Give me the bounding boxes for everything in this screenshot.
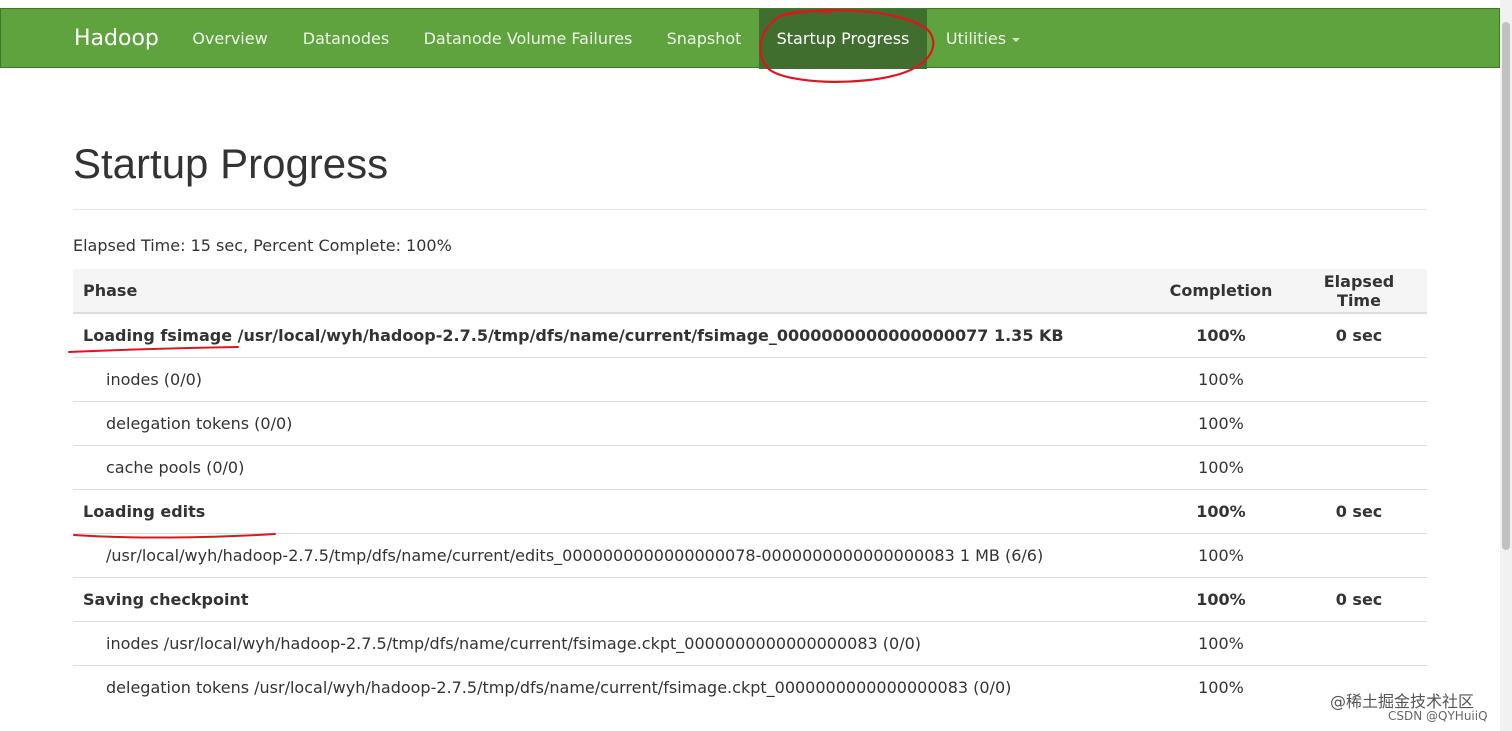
step-cell: delegation tokens (0/0) <box>73 401 1151 446</box>
step-cell: inodes /usr/local/wyh/hadoop-2.7.5/tmp/d… <box>73 621 1151 666</box>
completion-cell: 100% <box>1151 489 1291 534</box>
nav-utilities-dropdown[interactable]: Utilities <box>943 9 1023 69</box>
nav-datanodes[interactable]: Datanodes <box>301 9 391 69</box>
completion-cell: 100% <box>1151 445 1291 490</box>
elapsed-cell: 0 sec <box>1291 489 1427 534</box>
completion-cell: 100% <box>1151 357 1291 402</box>
table-header-row: Phase Completion Elapsed Time <box>73 269 1427 314</box>
elapsed-summary: Elapsed Time: 15 sec, Percent Complete: … <box>73 236 452 255</box>
page-title: Startup Progress <box>73 140 389 187</box>
watermark-csdn: CSDN @QYHuiiQ <box>1388 709 1488 723</box>
completion-cell: 100% <box>1151 533 1291 578</box>
elapsed-cell: 0 sec <box>1291 577 1427 622</box>
nav-overview[interactable]: Overview <box>191 9 269 69</box>
elapsed-cell <box>1291 357 1427 402</box>
elapsed-cell <box>1291 401 1427 446</box>
table-row: inodes (0/0) 100% <box>73 357 1427 402</box>
elapsed-cell <box>1291 621 1427 666</box>
brand-logo[interactable]: Hadoop <box>74 9 159 69</box>
table-row: inodes /usr/local/wyh/hadoop-2.7.5/tmp/d… <box>73 621 1427 666</box>
elapsed-cell <box>1291 533 1427 578</box>
phase-cell: Loading fsimage /usr/local/wyh/hadoop-2.… <box>73 312 1151 358</box>
scrollbar-thumb[interactable] <box>1502 22 1510 550</box>
table-row: delegation tokens /usr/local/wyh/hadoop-… <box>73 665 1427 709</box>
elapsed-cell <box>1291 445 1427 490</box>
table-row: Loading edits 100% 0 sec <box>73 489 1427 534</box>
nav-datanode-volume-failures[interactable]: Datanode Volume Failures <box>423 9 633 69</box>
header-completion: Completion <box>1151 269 1291 314</box>
step-cell: delegation tokens /usr/local/wyh/hadoop-… <box>73 665 1151 709</box>
vertical-scrollbar[interactable] <box>1500 0 1512 731</box>
table-row: /usr/local/wyh/hadoop-2.7.5/tmp/dfs/name… <box>73 533 1427 578</box>
step-cell: cache pools (0/0) <box>73 445 1151 490</box>
table-row: delegation tokens (0/0) 100% <box>73 401 1427 446</box>
table-row: cache pools (0/0) 100% <box>73 445 1427 490</box>
nav-snapshot[interactable]: Snapshot <box>665 9 743 69</box>
completion-cell: 100% <box>1151 621 1291 666</box>
table-row: Loading fsimage /usr/local/wyh/hadoop-2.… <box>73 312 1427 358</box>
step-cell: inodes (0/0) <box>73 357 1151 402</box>
nav-startup-progress[interactable]: Startup Progress <box>759 9 927 69</box>
phase-cell: Saving checkpoint <box>73 577 1151 622</box>
top-navbar: Hadoop Overview Datanodes Datanode Volum… <box>0 8 1500 69</box>
phase-cell: Loading edits <box>73 489 1151 534</box>
completion-cell: 100% <box>1151 312 1291 358</box>
nav-utilities-label: Utilities <box>945 29 1007 48</box>
completion-cell: 100% <box>1151 401 1291 446</box>
table-row: Saving checkpoint 100% 0 sec <box>73 577 1427 622</box>
header-elapsed-time: Elapsed Time <box>1291 269 1427 314</box>
step-cell: /usr/local/wyh/hadoop-2.7.5/tmp/dfs/name… <box>73 533 1151 578</box>
completion-cell: 100% <box>1151 665 1291 709</box>
title-divider <box>73 209 1427 210</box>
elapsed-cell: 0 sec <box>1291 312 1427 358</box>
completion-cell: 100% <box>1151 577 1291 622</box>
chevron-down-icon <box>1012 37 1021 42</box>
header-phase: Phase <box>73 269 1151 314</box>
startup-progress-table: Phase Completion Elapsed Time Loading fs… <box>73 269 1427 709</box>
